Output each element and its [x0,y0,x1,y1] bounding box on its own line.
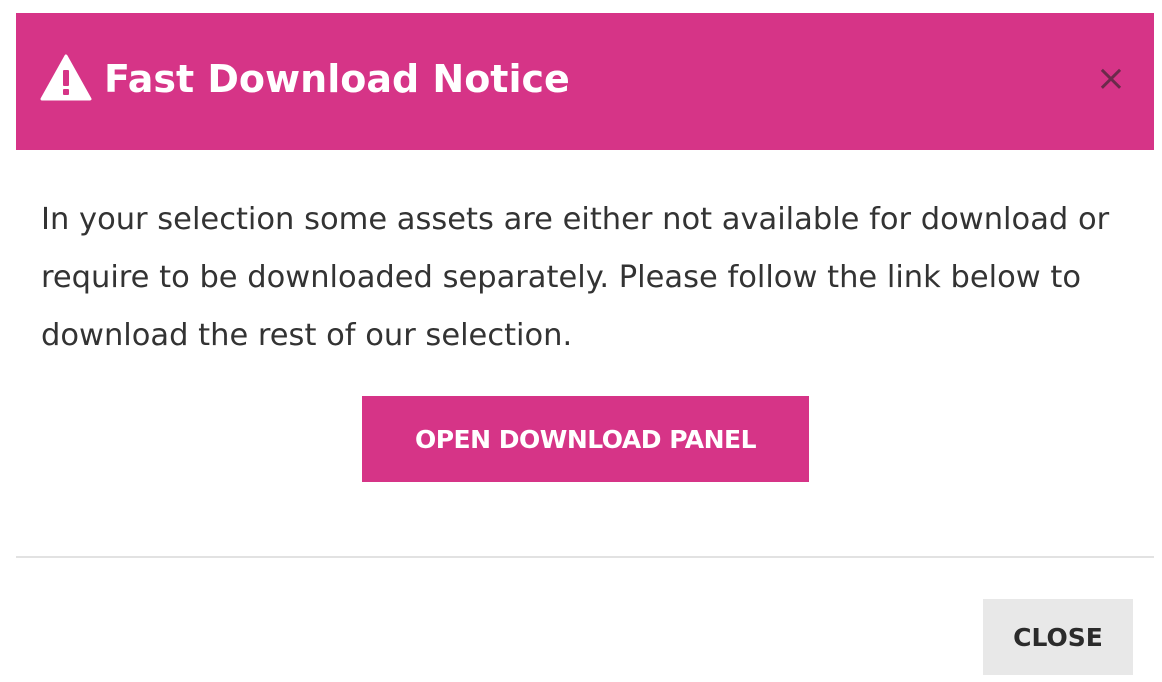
close-button[interactable]: CLOSE [983,599,1133,675]
footer-divider [16,556,1154,558]
fast-download-dialog: Fast Download Notice × In your selection… [16,13,1154,682]
warning-triangle-icon [40,54,92,101]
dialog-message: In your selection some assets are either… [41,202,1110,353]
dialog-header: Fast Download Notice × [16,13,1154,150]
close-icon[interactable]: × [1094,59,1128,99]
dialog-title: Fast Download Notice [104,57,570,101]
open-download-panel-button[interactable]: OPEN DOWNLOAD PANEL [362,396,809,482]
